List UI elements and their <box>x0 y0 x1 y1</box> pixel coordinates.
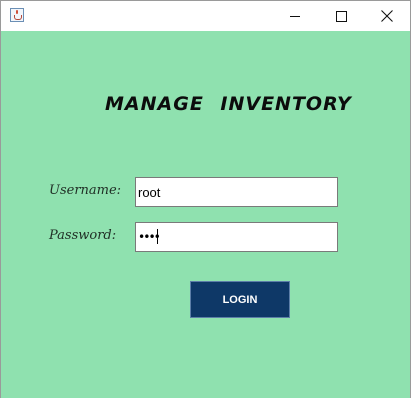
close-icon <box>381 10 393 22</box>
login-window: MANAGE INVENTORY Username: Password: LOG… <box>0 0 411 399</box>
username-field[interactable] <box>135 177 338 207</box>
close-button[interactable] <box>364 1 410 31</box>
title-bar[interactable] <box>1 1 410 31</box>
minimize-button[interactable] <box>272 1 318 31</box>
text-caret <box>157 229 158 244</box>
login-button[interactable]: LOGIN <box>190 281 290 318</box>
username-label: Username: <box>49 183 122 198</box>
password-field[interactable] <box>135 222 338 252</box>
password-label: Password: <box>49 228 117 243</box>
maximize-button[interactable] <box>318 1 364 31</box>
page-title: MANAGE INVENTORY <box>105 93 352 115</box>
java-cup-icon <box>10 8 24 22</box>
login-panel: MANAGE INVENTORY Username: Password: LOG… <box>1 31 410 398</box>
